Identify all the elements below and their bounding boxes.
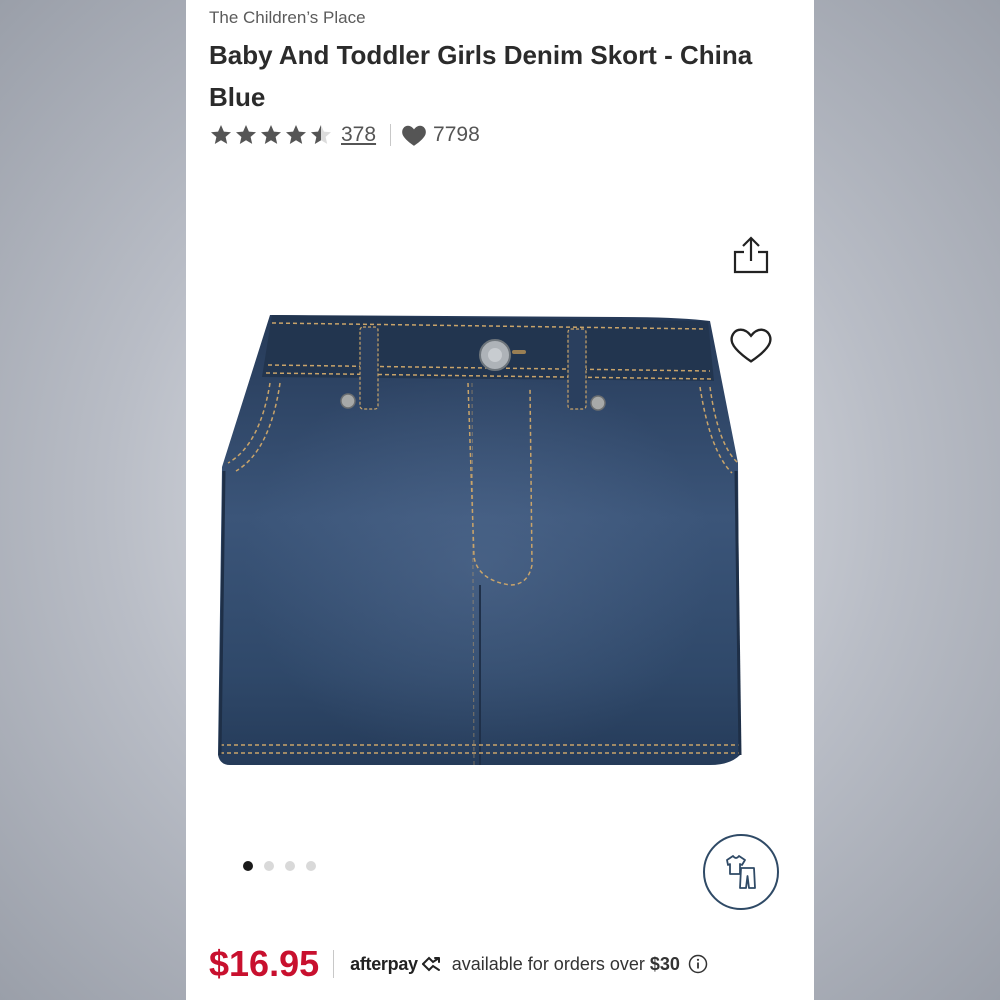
divider [390,124,392,146]
afterpay-info-button[interactable] [688,954,708,974]
share-icon [733,236,769,274]
star-icon [236,125,256,144]
product-title: Baby And Toddler Girls Denim Skort - Chi… [209,40,753,112]
carousel-dot[interactable] [285,861,295,871]
star-rating[interactable] [209,123,333,147]
product-price: $16.95 [209,943,320,984]
afterpay-message: available for orders over $30 [452,954,680,975]
divider [333,950,335,978]
brand-name[interactable]: The Children’s Place [209,8,366,28]
favorites-count: 7798 [401,123,480,147]
share-button[interactable] [726,230,776,280]
afterpay-logo-text: afterpay [350,953,418,974]
wishlist-button[interactable] [726,320,776,370]
favorites-count-value: 7798 [433,123,480,146]
afterpay-message-text: available for orders over [451,953,650,974]
afterpay-threshold: $30 [649,953,680,974]
star-icon [261,125,281,144]
carousel-dot[interactable] [264,861,274,871]
info-icon [688,954,708,974]
half-star-icon [311,125,331,144]
carousel-dot[interactable] [306,861,316,871]
product-image[interactable] [210,295,750,805]
heart-outline-icon [730,328,772,363]
shirt-pants-icon [726,855,756,889]
review-count-link[interactable]: 378 [341,123,376,147]
star-icon [286,125,306,144]
rating-row: 378 7798 [209,118,480,152]
star-icon [211,125,231,144]
product-card: The Children’s Place Baby And Toddler Gi… [186,0,814,1000]
heart-icon [402,125,426,146]
price-row: $16.95 afterpay available for orders ove… [209,940,708,988]
image-carousel-indicators [243,861,316,871]
afterpay-logo: afterpay [350,954,442,975]
size-guide-button[interactable] [703,834,779,910]
afterpay-arrows-icon [421,956,440,972]
carousel-dot[interactable] [243,861,253,871]
